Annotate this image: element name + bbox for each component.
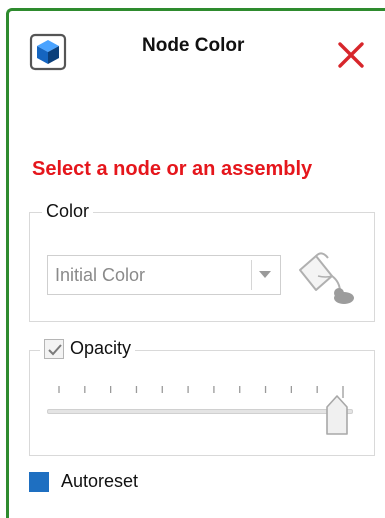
chevron-down-icon[interactable] — [259, 271, 271, 278]
opacity-slider-thumb[interactable] — [325, 393, 349, 437]
color-dropdown-value: Initial Color — [55, 265, 146, 285]
panel-title: Node Color — [142, 35, 245, 56]
node-cube-icon — [29, 33, 67, 71]
checkmark-icon — [48, 343, 62, 355]
opacity-toggle[interactable]: Opacity — [40, 338, 136, 359]
color-dropdown[interactable]: Initial Color — [47, 255, 281, 295]
autoreset-label: Autoreset — [61, 471, 139, 491]
opacity-checkbox[interactable] — [44, 338, 64, 359]
selection-warning: Select a node or an assembly — [32, 158, 313, 180]
dropdown-separator — [251, 260, 252, 290]
close-icon[interactable] — [334, 38, 368, 72]
autoreset-checkbox[interactable] — [29, 471, 49, 492]
opacity-label: Opacity — [70, 338, 132, 358]
color-group-label: Color — [42, 201, 94, 222]
opacity-groupbox — [29, 350, 375, 456]
paint-bucket-icon[interactable] — [292, 248, 358, 308]
autoreset-toggle[interactable]: Autoreset — [29, 471, 138, 492]
opacity-slider-track[interactable] — [47, 409, 353, 414]
